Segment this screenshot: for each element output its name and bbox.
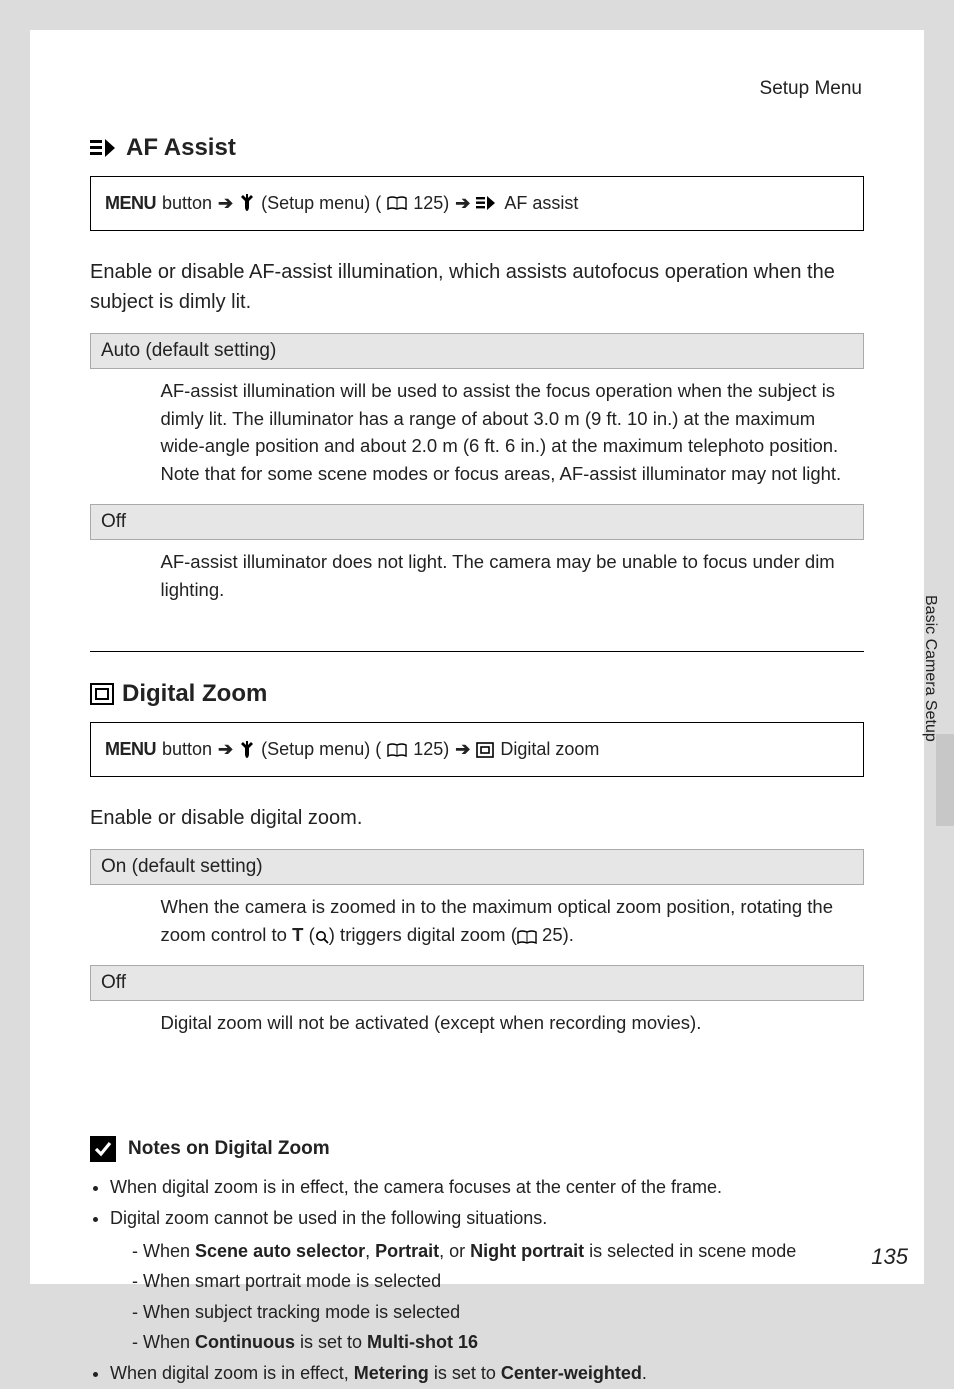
- thumb-tab: [936, 734, 954, 826]
- menu-button-label: MENU: [105, 189, 156, 218]
- note-sub-item: When Continuous is set to Multi-shot 16: [132, 1327, 864, 1358]
- section1-title-text: AF Assist: [126, 134, 236, 162]
- nav-pageref: 125): [413, 735, 449, 764]
- option-label: Off: [91, 504, 864, 539]
- option-desc: Digital zoom will not be activated (exce…: [91, 1000, 864, 1052]
- notes-header: Notes on Digital Zoom: [90, 1136, 864, 1162]
- nav-item: Digital zoom: [500, 735, 599, 764]
- wrench-icon: [239, 741, 255, 759]
- note-sub-item: When subject tracking mode is selected: [132, 1297, 864, 1328]
- section2-intro: Enable or disable digital zoom.: [90, 803, 864, 833]
- book-icon: [517, 930, 537, 944]
- nav-pageref: 125): [413, 189, 449, 218]
- option-desc: AF-assist illuminator does not light. Th…: [91, 539, 864, 619]
- note-sub-item: When Scene auto selector, Portrait, or N…: [132, 1236, 864, 1267]
- section-af-assist-title: AF Assist: [90, 134, 864, 162]
- book-icon: [387, 196, 407, 210]
- wrench-icon: [239, 194, 255, 212]
- note-item: Digital zoom cannot be used in the follo…: [110, 1203, 864, 1358]
- section2-options-table: On (default setting) When the camera is …: [90, 849, 864, 1052]
- nav-button-word: button: [162, 189, 212, 218]
- side-tab-label: Basic Camera Setup: [921, 595, 939, 742]
- header-menu-name: Setup Menu: [90, 78, 864, 100]
- option-label: Off: [91, 965, 864, 1000]
- nav-button-word: button: [162, 735, 212, 764]
- note-item: When digital zoom is in effect, Metering…: [110, 1358, 864, 1389]
- menu-button-label: MENU: [105, 735, 156, 764]
- section-digital-zoom-title: Digital Zoom: [90, 680, 864, 708]
- page-number: 135: [871, 1244, 908, 1270]
- nav-setup-text: (Setup menu) (: [261, 189, 381, 218]
- book-icon: [387, 743, 407, 757]
- section1-options-table: Auto (default setting) AF-assist illumin…: [90, 333, 864, 620]
- note-sub-item: When smart portrait mode is selected: [132, 1266, 864, 1297]
- note-item: When digital zoom is in effect, the came…: [110, 1172, 864, 1203]
- notes-list: When digital zoom is in effect, the came…: [90, 1172, 864, 1388]
- option-desc: AF-assist illumination will be used to a…: [91, 368, 864, 504]
- option-label: Auto (default setting): [91, 333, 864, 368]
- arrow-icon: ➔: [218, 189, 233, 218]
- nav-setup-text: (Setup menu) (: [261, 735, 381, 764]
- arrow-icon: ➔: [218, 735, 233, 764]
- nav-path-digital-zoom: MENU button ➔ (Setup menu) ( 125) ➔ Digi…: [90, 722, 864, 777]
- manual-page: Setup Menu AF Assist MENU button ➔ (Setu…: [30, 30, 924, 1284]
- check-icon: [90, 1136, 116, 1162]
- nav-path-af-assist: MENU button ➔ (Setup menu) ( 125) ➔ AF a…: [90, 176, 864, 231]
- nav-item: AF assist: [504, 189, 578, 218]
- magnify-icon: [315, 930, 329, 944]
- arrow-icon: ➔: [455, 189, 470, 218]
- section2-title-text: Digital Zoom: [122, 680, 267, 708]
- af-assist-icon: [476, 195, 498, 211]
- option-label: On (default setting): [91, 850, 864, 885]
- digital-zoom-icon: [90, 683, 114, 705]
- notes-title: Notes on Digital Zoom: [128, 1138, 330, 1160]
- option-desc: When the camera is zoomed in to the maxi…: [91, 885, 864, 966]
- af-assist-icon: [90, 137, 118, 159]
- section-divider: [90, 651, 864, 652]
- section1-intro: Enable or disable AF-assist illumination…: [90, 257, 864, 317]
- digital-zoom-icon: [476, 742, 494, 758]
- arrow-icon: ➔: [455, 735, 470, 764]
